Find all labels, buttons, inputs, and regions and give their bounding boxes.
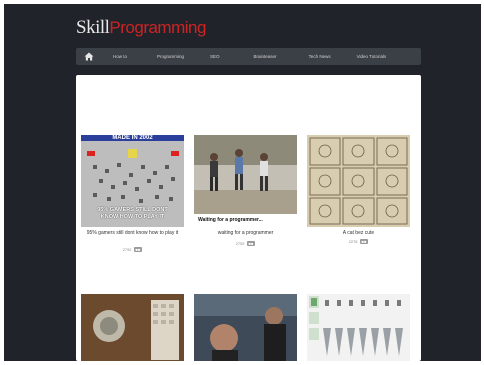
image-overlay-caption: Waiting for a programmer... bbox=[198, 217, 263, 223]
nav-item-programming[interactable]: Programming bbox=[157, 54, 184, 59]
post-thumbnail[interactable]: Waiting for a programmer... bbox=[194, 135, 297, 227]
logo-programming-text: Programming bbox=[109, 18, 206, 37]
post-meta: 2276 ■■ bbox=[307, 239, 410, 244]
site-logo[interactable]: SkillProgramming bbox=[76, 17, 206, 39]
post-views: 2276 bbox=[348, 239, 358, 244]
meme-top-text: MADE IN 2002 bbox=[112, 135, 153, 141]
meme-bottom-line-1: 95% GAMERS STILL DONT bbox=[97, 207, 168, 213]
post-meta: 2792 ■■ bbox=[81, 247, 184, 252]
post-card[interactable] bbox=[307, 294, 410, 361]
meme-bottom-text: 95% GAMERS STILL DONT KNOW HOW TO PLAY I… bbox=[81, 207, 184, 221]
post-thumbnail[interactable]: MADE IN 2002 95% GAMERS STILL DONT KNOW … bbox=[81, 135, 184, 227]
nav-item-how-to[interactable]: How to bbox=[113, 54, 127, 59]
post-caption[interactable]: waiting for a programmer bbox=[194, 230, 297, 236]
nav-item-brainteaser[interactable]: Brainteaser bbox=[254, 54, 277, 59]
post-card[interactable]: Waiting for a programmer... waiting for … bbox=[194, 135, 297, 278]
post-card[interactable] bbox=[194, 294, 297, 361]
meme-bottom-line-2: KNOW HOW TO PLAY IT bbox=[100, 214, 165, 220]
share-button[interactable]: ■■ bbox=[359, 239, 369, 244]
post-thumbnail[interactable] bbox=[307, 135, 410, 227]
post-caption[interactable]: 95% gamers still dont know how to play i… bbox=[81, 230, 184, 236]
nav-item-tech-news[interactable]: Tech News bbox=[309, 54, 331, 59]
home-icon[interactable] bbox=[84, 52, 94, 61]
logo-skill-text: Skill bbox=[76, 17, 110, 38]
post-views: 2792 bbox=[235, 241, 245, 246]
post-thumbnail[interactable] bbox=[194, 294, 297, 361]
page-frame: SkillProgramming How to Programming SEO … bbox=[4, 4, 481, 361]
post-card[interactable]: A cat bez cute 2276 ■■ bbox=[307, 135, 410, 278]
post-card[interactable]: MADE IN 2002 95% GAMERS STILL DONT KNOW … bbox=[81, 135, 184, 278]
post-thumbnail[interactable] bbox=[81, 294, 184, 361]
nav-item-video-tutorials[interactable]: Video Tutorials bbox=[357, 54, 387, 59]
content-panel: MADE IN 2002 95% GAMERS STILL DONT KNOW … bbox=[76, 75, 421, 361]
waiting-programmer-image bbox=[194, 135, 297, 227]
nav-item-seo[interactable]: SEO bbox=[210, 54, 220, 59]
post-caption[interactable]: A cat bez cute bbox=[307, 230, 410, 236]
post-views: 2792 bbox=[122, 247, 132, 252]
main-nav: How to Programming SEO Brainteaser Tech … bbox=[76, 48, 421, 65]
share-button[interactable]: ■■ bbox=[246, 241, 256, 246]
post-meta: 2792 ■■ bbox=[194, 241, 297, 246]
post-thumbnail[interactable] bbox=[307, 294, 410, 361]
cat-comic-image bbox=[307, 135, 410, 227]
post-card[interactable] bbox=[81, 294, 184, 361]
share-button[interactable]: ■■ bbox=[133, 247, 143, 252]
